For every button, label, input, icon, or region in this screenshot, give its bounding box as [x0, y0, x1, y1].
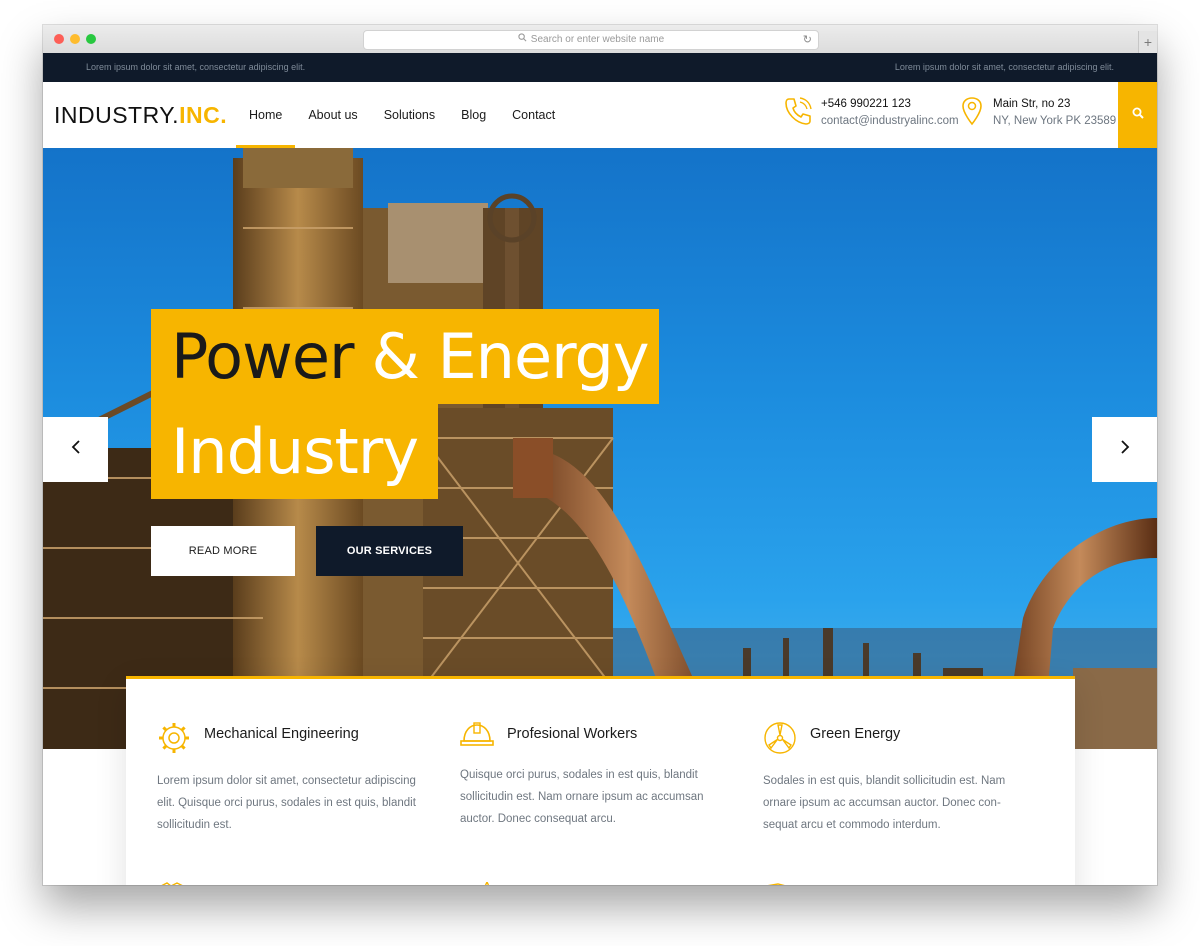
contact-address-block: Main Str, no 23 NY, New York PK 23589 — [993, 96, 1116, 130]
phone-icon — [784, 96, 812, 131]
contact-phone-block: +546 990221 123 contact@industryalinc.co… — [821, 96, 959, 130]
address-bar[interactable]: Search or enter website name ↻ — [363, 30, 819, 50]
slider-next-button[interactable] — [1092, 417, 1157, 482]
address-placeholder: Search or enter website name — [530, 34, 665, 45]
factory-icon — [159, 879, 189, 885]
chevron-right-icon — [1119, 439, 1131, 460]
gear-icon — [157, 721, 191, 760]
address-line1: Main Str, no 23 — [993, 98, 1071, 110]
services-panel: Mechanical Engineering Lorem ipsum dolor… — [126, 676, 1075, 885]
search-button[interactable] — [1118, 82, 1157, 148]
nav-item-blog[interactable]: Blog — [448, 82, 499, 148]
truck-icon — [764, 879, 788, 885]
service-title[interactable]: Profesional Workers — [507, 726, 637, 742]
logo-accent-text: INC. — [179, 102, 228, 128]
nav-item-about-us[interactable]: About us — [295, 82, 370, 148]
hero-title-word-industry: Industry — [171, 415, 419, 488]
top-info-bar: Lorem ipsum dolor sit amet, consectetur … — [43, 53, 1157, 82]
wind-turbine-icon — [763, 721, 797, 760]
maximize-window-button[interactable] — [86, 34, 96, 44]
hero-title-line1: Power & Energy — [151, 309, 659, 404]
phone-number[interactable]: +546 990221 123 — [821, 96, 959, 113]
location-pin-icon — [961, 96, 983, 131]
minimize-window-button[interactable] — [70, 34, 80, 44]
chevron-left-icon — [70, 439, 82, 460]
hero-title-word-energy: & Energy — [371, 320, 649, 393]
service-description: Sodales in est quis, blandit sollicitudi… — [763, 775, 1006, 831]
hero-slider: Power & Energy Industry READ MORE OUR SER… — [43, 148, 1157, 749]
service-description: Lorem ipsum dolor sit amet, consectetur … — [157, 775, 416, 831]
search-icon — [1132, 106, 1144, 124]
browser-chrome: Search or enter website name ↻ + — [43, 25, 1157, 54]
contact-email[interactable]: contact@industryalinc.com — [821, 113, 959, 130]
flame-icon — [482, 879, 492, 885]
hero-title-line2: Industry — [151, 404, 439, 499]
topbar-right-text: Lorem ipsum dolor sit amet, consectetur … — [894, 62, 1114, 72]
main-navbar: INDUSTRY.INC. Home About us Solutions Bl… — [43, 82, 1157, 148]
nav-item-contact[interactable]: Contact — [499, 82, 568, 148]
address-line2: NY, New York PK 23589 — [993, 115, 1117, 127]
hard-hat-icon — [460, 721, 494, 754]
logo-main-text: INDUSTRY. — [54, 102, 180, 128]
reload-icon[interactable]: ↻ — [803, 31, 812, 49]
service-description: Quisque orci purus, sodales in est quis,… — [460, 769, 704, 825]
our-services-button[interactable]: OUR SERVICES — [316, 526, 463, 576]
service-title[interactable]: Green Energy — [810, 726, 900, 742]
search-icon — [518, 31, 527, 49]
nav-item-solutions[interactable]: Solutions — [371, 82, 448, 148]
new-tab-button[interactable]: + — [1138, 31, 1157, 53]
main-menu: Home About us Solutions Blog Contact — [236, 82, 568, 148]
close-window-button[interactable] — [54, 34, 64, 44]
slider-prev-button[interactable] — [43, 417, 108, 482]
nav-item-home[interactable]: Home — [236, 82, 296, 148]
service-title[interactable]: Mechanical Engineering — [204, 726, 359, 742]
topbar-left-text: Lorem ipsum dolor sit amet, consectetur … — [86, 62, 306, 72]
read-more-button[interactable]: READ MORE — [151, 526, 295, 576]
site-logo[interactable]: INDUSTRY.INC. — [54, 102, 227, 129]
browser-window: Search or enter website name ↻ + Lorem i… — [43, 25, 1157, 885]
hero-title-word-power: Power — [171, 320, 354, 393]
